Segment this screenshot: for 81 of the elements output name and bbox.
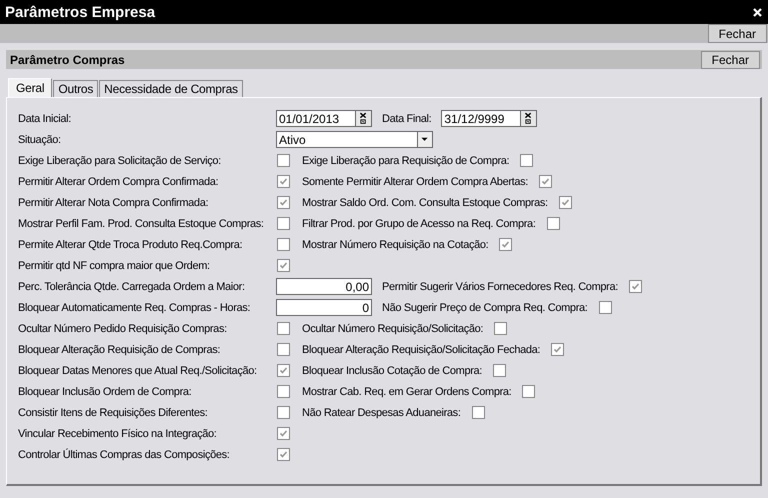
field-label: Mostrar Número Requisição na Cotação: (302, 238, 488, 250)
check-icon (278, 197, 289, 208)
field-label: Bloquear Inclusão Ordem de Compra: (18, 386, 192, 398)
checkbox[interactable] (277, 406, 290, 419)
close-icon[interactable] (753, 8, 762, 16)
check-icon (560, 197, 571, 208)
check-icon (278, 176, 289, 187)
field-label: Exige Liberação para Solicitação de Serviço: (18, 154, 222, 166)
check-icon (540, 176, 551, 187)
checkbox[interactable] (277, 385, 290, 398)
field-label: Data Inicial: (18, 112, 72, 124)
checkbox[interactable] (598, 301, 612, 314)
checkbox[interactable] (551, 343, 564, 356)
panel-title: Parâmetro Compras (9, 52, 125, 66)
checkbox[interactable] (522, 385, 536, 398)
checkbox[interactable] (277, 217, 290, 230)
date-field[interactable]: 31/12/9999 (441, 110, 522, 127)
checkbox[interactable] (558, 196, 572, 209)
close-button[interactable]: Fechar (700, 50, 760, 68)
status-dropdown[interactable]: Ativo (276, 131, 418, 148)
number-field[interactable]: 0 (276, 299, 372, 316)
checkbox[interactable] (546, 217, 560, 230)
field-label: Controlar Últimas Compras das Composições: (18, 448, 230, 460)
field-label: Não Ratear Despesas Aduaneiras: (302, 406, 461, 418)
checkbox[interactable] (277, 175, 290, 188)
field-label: Permitir Alterar Ordem Compra Confirmada: (18, 176, 220, 188)
clear-date-icon[interactable] (521, 110, 538, 127)
check-icon (630, 281, 641, 292)
field-label: Situação: (18, 134, 62, 146)
field-label: Ocultar Número Pedido Requisição Compras: (18, 322, 228, 334)
date-field[interactable]: 01/01/2013 (276, 110, 356, 127)
checkbox[interactable] (493, 364, 506, 377)
field-label: Consistir Itens de Requisições Diferentes: (18, 406, 209, 418)
checkbox[interactable] (277, 238, 290, 251)
check-icon (500, 239, 512, 250)
window-title: Parâmetros Empresa (5, 4, 156, 20)
field-label: Ocultar Número Requisição/Solicitação: (302, 322, 484, 334)
field-label: Exige Liberação para Requisição de Compra: (302, 154, 510, 166)
field-label: Data Final: (382, 112, 432, 124)
check-icon (278, 428, 289, 439)
number-field[interactable]: 0,00 (276, 278, 372, 295)
field-label: Bloquear Datas Menores que Atual Req./Solicitação: (18, 364, 258, 376)
field-label: Somente Permitir Alterar Ordem Compra Abertas: (302, 176, 528, 188)
checkbox[interactable] (277, 427, 290, 440)
field-label: Mostrar Perfil Fam. Prod. Consulta Estoque Compras: (18, 218, 265, 230)
field-label: Mostrar Cab. Req. em Gerar Ordens Compra: (302, 386, 512, 398)
field-label: Permitir qtd NF compra maior que Ordem: (18, 260, 211, 272)
checkbox[interactable] (277, 364, 290, 377)
checkbox[interactable] (277, 343, 290, 356)
check-icon (552, 344, 564, 355)
tab[interactable]: Geral (8, 78, 52, 97)
field-label: Não Sugerir Preço de Compra Req. Compra: (382, 302, 588, 314)
field-label: Permitir Sugerir Vários Fornecedores Req. Compra: (382, 280, 618, 292)
checkbox[interactable] (277, 259, 290, 272)
field-label: Bloquear Inclusão Cotação de Compra: (302, 364, 482, 376)
tab[interactable]: Necessidade de Compras (99, 80, 243, 97)
field-label: Mostrar Saldo Ord. Com. Consulta Estoque Compras: (302, 196, 548, 208)
checkbox[interactable] (277, 196, 290, 209)
checkbox[interactable] (494, 322, 508, 335)
check-icon (278, 260, 289, 271)
tab[interactable]: Outros (53, 80, 98, 97)
field-label: Perc. Tolerância Qtde. Carregada Ordem a Maior: (18, 280, 246, 292)
checkbox[interactable] (277, 448, 290, 461)
check-icon (278, 365, 289, 376)
checkbox[interactable] (277, 322, 290, 335)
field-label: Permite Alterar Qtde Troca Produto Req.Compra: (18, 238, 244, 250)
field-label: Bloquear Alteração Requisição de Compras: (18, 344, 222, 356)
field-label: Permitir Alterar Nota Compra Confirmada: (18, 196, 210, 208)
checkbox[interactable] (539, 175, 552, 188)
check-icon (278, 449, 289, 460)
checkbox[interactable] (520, 154, 534, 167)
field-label: Vincular Recebimento Físico na Integração: (18, 428, 218, 440)
checkbox[interactable] (472, 406, 485, 419)
checkbox[interactable] (277, 154, 290, 167)
checkbox[interactable] (628, 280, 642, 293)
field-label: Bloquear Alteração Requisição/Solicitação Fechada: (302, 344, 540, 356)
field-label: Filtrar Prod. por Grupo de Acesso na Req. Compra: (302, 218, 536, 230)
field-label: Bloquear Automaticamente Req. Compras - Horas: (18, 302, 252, 314)
checkbox[interactable] (499, 238, 512, 251)
clear-date-icon[interactable] (356, 110, 372, 127)
close-button[interactable]: Fechar (708, 24, 767, 43)
